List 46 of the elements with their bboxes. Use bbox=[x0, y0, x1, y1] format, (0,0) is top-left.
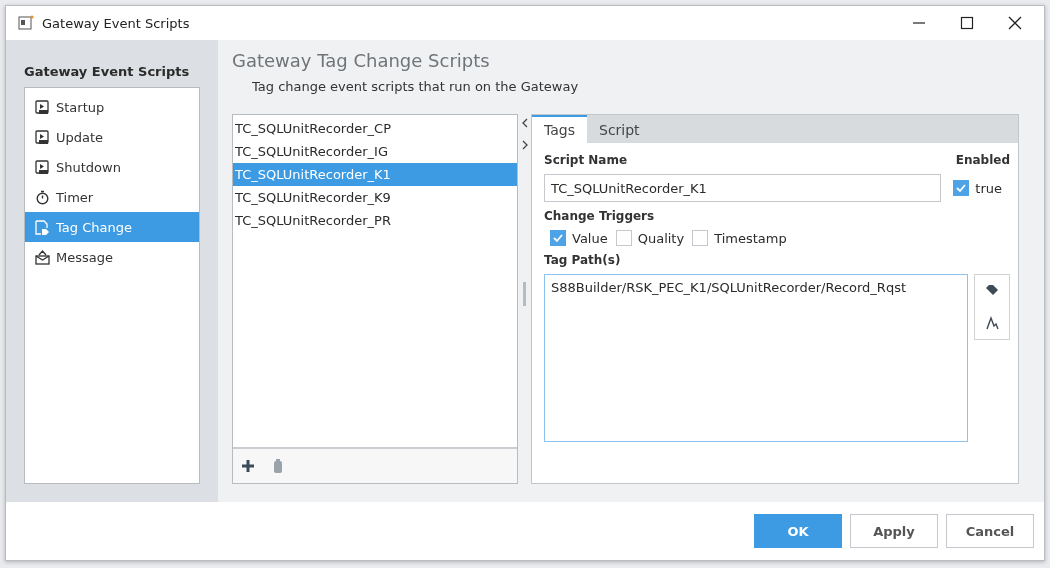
script-icon bbox=[35, 159, 50, 175]
stopwatch-icon bbox=[35, 189, 50, 205]
dialog-button[interactable]: Cancel bbox=[946, 514, 1034, 548]
sidebar-item[interactable]: Startup bbox=[25, 92, 199, 122]
sidebar-item[interactable]: Timer bbox=[25, 182, 199, 212]
checkbox-label: Quality bbox=[637, 230, 685, 246]
sidebar-item[interactable]: Message bbox=[25, 242, 199, 272]
tag-change-icon bbox=[35, 219, 50, 235]
checkbox-label: true bbox=[975, 180, 1002, 196]
envelope-icon bbox=[35, 249, 50, 265]
tab[interactable]: Script bbox=[587, 115, 652, 143]
script-icon bbox=[35, 99, 50, 115]
script-list-item[interactable]: TC_SQLUnitRecorder_IG bbox=[233, 140, 517, 163]
expand-right-icon[interactable] bbox=[520, 140, 529, 150]
checkbox[interactable] bbox=[953, 180, 970, 196]
checkbox[interactable] bbox=[550, 230, 566, 246]
field-label: Tag Path(s) bbox=[544, 253, 621, 267]
checkbox[interactable] bbox=[692, 230, 709, 246]
collapse-left-icon[interactable] bbox=[520, 118, 529, 128]
script-icon bbox=[35, 129, 50, 145]
script-list-item[interactable]: TC_SQLUnitRecorder_PR bbox=[233, 209, 517, 232]
dialog-button[interactable]: Apply bbox=[850, 514, 938, 548]
script-list-item[interactable]: TC_SQLUnitRecorder_CP bbox=[233, 117, 517, 140]
maximize-icon[interactable] bbox=[960, 16, 974, 30]
script-name-field[interactable]: TC_SQLUnitRecorder_K1 bbox=[544, 174, 942, 202]
tag-paths-field[interactable]: S88Builder/RSK_PEC_K1/SQLUnitRecorder/Record_Rqst bbox=[544, 274, 968, 442]
function-icon[interactable] bbox=[985, 316, 999, 330]
field-label: Script Name bbox=[544, 153, 628, 167]
page-title: Gateway Tag Change Scripts bbox=[232, 50, 491, 71]
field-label: Enabled bbox=[955, 153, 1010, 167]
sidebar-item[interactable]: Update bbox=[25, 122, 199, 152]
page-subtitle: Tag change event scripts that run on the Gateway bbox=[252, 79, 580, 94]
tab[interactable]: Tags bbox=[532, 115, 587, 143]
checkbox-label: Value bbox=[572, 230, 608, 246]
splitter-handle[interactable] bbox=[523, 282, 526, 306]
close-icon[interactable] bbox=[1008, 16, 1022, 30]
sidebar-heading: Gateway Event Scripts bbox=[24, 64, 191, 79]
field-label: Change Triggers bbox=[544, 209, 655, 223]
app-icon bbox=[18, 15, 34, 31]
add-icon[interactable] bbox=[241, 459, 255, 473]
window-title: Gateway Event Scripts bbox=[42, 15, 190, 31]
checkbox[interactable] bbox=[615, 230, 632, 246]
checkbox-label: Timestamp bbox=[714, 230, 787, 246]
script-list-item[interactable]: TC_SQLUnitRecorder_K9 bbox=[233, 186, 517, 209]
tag-icon[interactable] bbox=[985, 284, 999, 298]
sidebar-item[interactable]: Shutdown bbox=[25, 152, 199, 182]
